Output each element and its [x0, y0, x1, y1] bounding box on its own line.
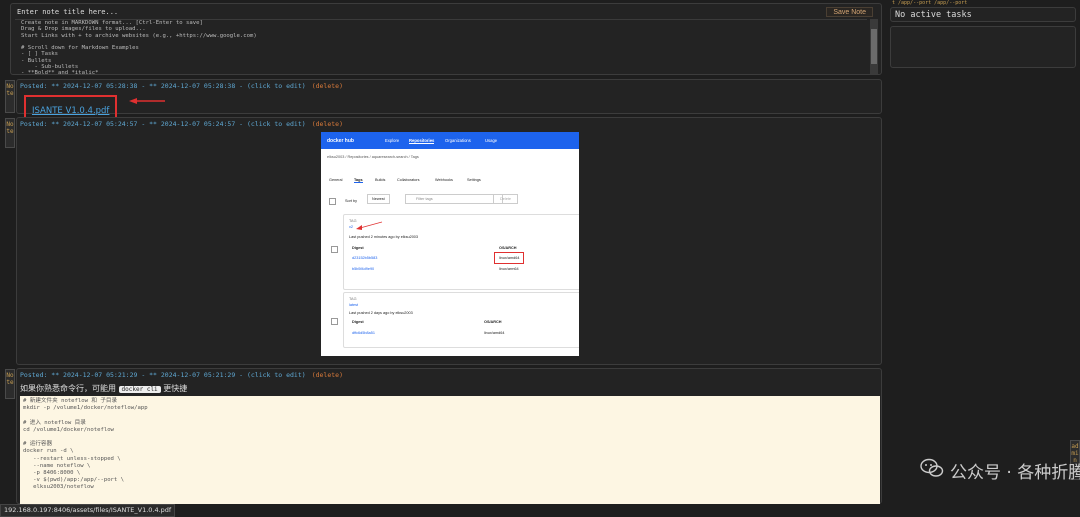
dh-breadcrumb: elksu2003 / Repositories / aquaresearch-…: [327, 155, 419, 159]
note-meta[interactable]: Posted: ** 2024-12-07 05:24:57 - ** 2024…: [20, 120, 343, 128]
red-arrow-icon: [356, 221, 383, 230]
dh-delete-button: Delete: [493, 194, 518, 204]
note-card[interactable]: Posted: ** 2024-12-07 05:21:29 - ** 2024…: [16, 368, 882, 504]
dh-tag-card-latest: TAG latest Last pushed 2 days ago by elk…: [343, 292, 579, 348]
dh-os-highlight: linux/amd64: [494, 252, 525, 264]
save-note-button[interactable]: Save Note: [826, 7, 873, 17]
dockerhub-logo: docker hub: [327, 138, 354, 144]
links-panel: [890, 26, 1076, 68]
editor-scrollbar[interactable]: [870, 19, 878, 74]
inline-code: docker cli: [118, 386, 161, 393]
dh-sort-label: Sort by: [345, 199, 358, 203]
dh-tab-settings: Settings: [467, 178, 481, 182]
wechat-icon: [920, 458, 944, 477]
no-tasks-text: No active tasks: [895, 10, 972, 20]
nav-organizations: Organizations: [445, 138, 471, 143]
note-card[interactable]: Posted: ** 2024-12-07 05:24:57 - ** 2024…: [16, 117, 882, 365]
status-bar-url: 192.168.0.197:8406/assets/files/ISANTE_V…: [0, 504, 176, 517]
dh-tag-card-v2: TAG v2 Last pushed 2 minutes ago by elks…: [343, 214, 579, 290]
note-title-input[interactable]: [17, 7, 717, 17]
dockerhub-navbar: docker hub Explore Repositories Organiza…: [321, 132, 579, 149]
note-meta[interactable]: Posted: ** 2024-12-07 05:28:38 - ** 2024…: [20, 82, 343, 90]
dh-tab-builds: Builds: [375, 178, 386, 182]
delete-link[interactable]: (delete): [312, 82, 343, 90]
nav-usage: Usage: [485, 138, 498, 143]
dh-tab-general: General: [329, 178, 343, 182]
docker-hub-screenshot[interactable]: docker hub Explore Repositories Organiza…: [321, 132, 579, 356]
code-block: # 新建文件夹 noteflow 和 子目录 mkdir -p /volume1…: [20, 396, 880, 504]
nav-repositories: Repositories: [409, 138, 435, 144]
note-tab-3[interactable]: Note: [5, 369, 15, 399]
note-meta[interactable]: Posted: ** 2024-12-07 05:21:29 - ** 2024…: [20, 371, 343, 379]
dh-tab-webhooks: Webhooks: [435, 178, 453, 182]
tasks-panel: No active tasks: [890, 7, 1076, 22]
pdf-attachment-link[interactable]: ISANTE V1.0.4.pdf: [32, 106, 109, 116]
note-tab-1[interactable]: Note: [5, 80, 15, 113]
wechat-watermark: 公众号 · 各种折腾: [920, 455, 1080, 487]
dh-tab-collaborators: Collaborators: [397, 178, 420, 182]
note-card[interactable]: Posted: ** 2024-12-07 05:28:38 - ** 2024…: [16, 79, 882, 120]
nav-explore: Explore: [385, 138, 400, 143]
delete-link[interactable]: (delete): [312, 371, 343, 379]
note-intro-text: 如果你熟悉命令行，可能用 docker cli 更快捷: [20, 384, 188, 393]
red-arrow-icon: [129, 98, 165, 104]
note-tab-2[interactable]: Note: [5, 118, 15, 148]
note-editor: Save Note Create note in MARKDOWN format…: [10, 3, 882, 77]
top-captions: t /app/--port /app/--port: [892, 0, 968, 6]
dh-sort-select: Newest: [367, 194, 390, 204]
delete-link[interactable]: (delete): [312, 120, 343, 128]
note-body-placeholder: Create note in MARKDOWN format... [Ctrl-…: [21, 20, 257, 77]
dh-filter-input: Filter tags: [405, 194, 503, 204]
dh-tab-tags: Tags: [354, 178, 363, 183]
